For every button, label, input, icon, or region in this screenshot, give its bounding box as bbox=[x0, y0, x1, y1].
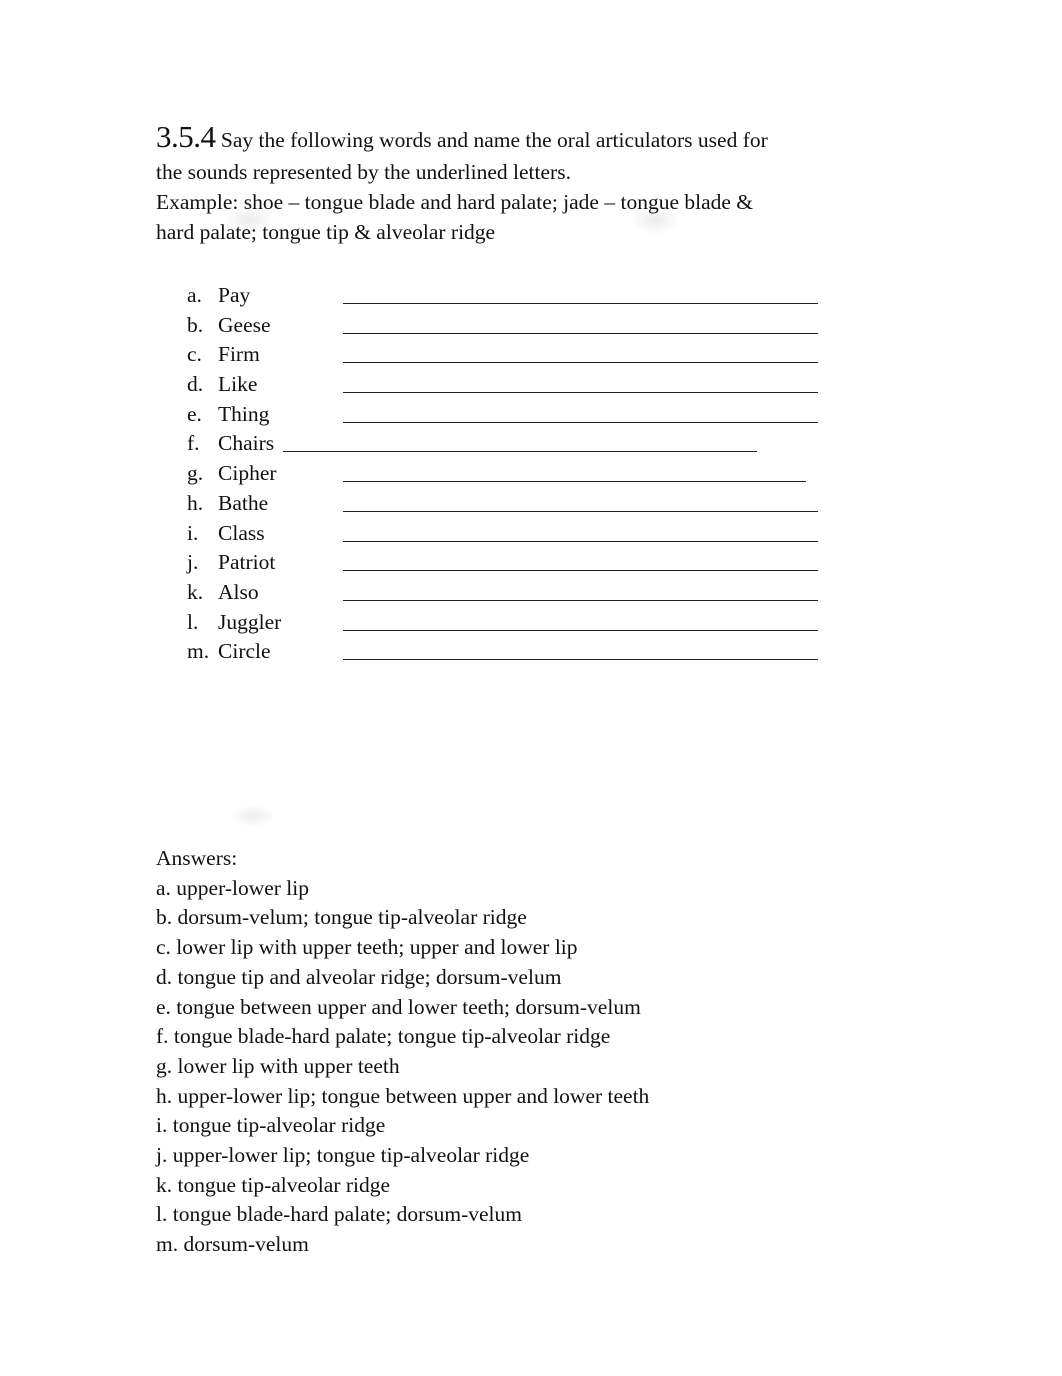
item-word: Like bbox=[218, 372, 258, 397]
answer-blank[interactable] bbox=[343, 519, 818, 542]
item-letter: c. bbox=[187, 342, 202, 367]
answer-line: k. tongue tip-alveolar ridge bbox=[156, 1172, 391, 1197]
item-letter: d. bbox=[187, 372, 204, 397]
item-letter: b. bbox=[187, 312, 204, 337]
item-letter: i. bbox=[187, 520, 199, 545]
answer-line: f. tongue blade-hard palate; tongue tip-… bbox=[156, 1024, 611, 1049]
instruction-line-1: Say the following words and name the ora… bbox=[220, 128, 768, 152]
item-letter: l. bbox=[187, 609, 199, 634]
answer-line: h. upper-lower lip; tongue between upper… bbox=[156, 1083, 650, 1108]
exercise-heading: 3.5.4 Say the following words and name t… bbox=[156, 119, 856, 247]
answer-blank[interactable] bbox=[343, 281, 818, 304]
answers-section: Answers: a. upper-lower lip b. dorsum-ve… bbox=[156, 844, 649, 1260]
item-word: Cipher bbox=[218, 461, 277, 486]
answer-blank[interactable] bbox=[343, 548, 818, 572]
document-page: 3.5.4 Say the following words and name t… bbox=[0, 0, 1062, 1376]
answer-blank[interactable] bbox=[283, 429, 757, 453]
answer-line: i. tongue tip-alveolar ridge bbox=[156, 1113, 386, 1138]
item-word: Also bbox=[218, 579, 259, 604]
answer-line: a. upper-lower lip bbox=[156, 875, 309, 900]
answer-line: b. dorsum-velum; tongue tip-alveolar rid… bbox=[156, 905, 527, 930]
answer-blank[interactable] bbox=[343, 311, 818, 334]
item-letter: f. bbox=[187, 431, 200, 456]
item-letter: k. bbox=[187, 579, 204, 604]
item-word: Patriot bbox=[218, 550, 276, 575]
answers-title: Answers: bbox=[156, 846, 238, 870]
exercise-number: 3.5.4 bbox=[156, 119, 216, 154]
item-letter: e. bbox=[187, 401, 202, 426]
answer-line: d. tongue tip and alveolar ridge; dorsum… bbox=[156, 964, 562, 989]
scan-smudge bbox=[230, 805, 275, 827]
item-letter: j. bbox=[187, 550, 199, 575]
item-word: Bathe bbox=[218, 490, 269, 515]
item-word: Pay bbox=[218, 283, 251, 307]
answer-blank[interactable] bbox=[343, 608, 818, 631]
item-word: Circle bbox=[218, 639, 271, 664]
item-letter: g. bbox=[187, 461, 204, 486]
item-word: Firm bbox=[218, 342, 260, 367]
answer-line: c. lower lip with upper teeth; upper and… bbox=[156, 935, 578, 960]
answer-line: j. upper-lower lip; tongue tip-alveolar … bbox=[156, 1143, 530, 1168]
item-word: Thing bbox=[218, 401, 270, 426]
item-letter: m. bbox=[187, 639, 210, 664]
example-line-1: Example: shoe – tongue blade and hard pa… bbox=[156, 190, 754, 214]
answer-blank[interactable] bbox=[343, 370, 818, 394]
item-word: Juggler bbox=[218, 609, 282, 634]
item-word: Geese bbox=[218, 312, 271, 337]
example-line-2: hard palate; tongue tip & alveolar ridge bbox=[156, 220, 496, 244]
answer-blank[interactable] bbox=[343, 489, 818, 512]
item-word: Class bbox=[218, 520, 265, 545]
answer-line: l. tongue blade-hard palate; dorsum-velu… bbox=[156, 1202, 522, 1227]
item-letter: h. bbox=[187, 490, 204, 515]
answer-blank[interactable] bbox=[343, 400, 818, 423]
answer-line: g. lower lip with upper teeth bbox=[156, 1053, 400, 1078]
answer-line: e. tongue between upper and lower teeth;… bbox=[156, 994, 641, 1019]
answer-blank[interactable] bbox=[343, 637, 818, 661]
item-word: Chairs bbox=[218, 431, 275, 456]
answer-blank[interactable] bbox=[343, 578, 818, 601]
item-letter: a. bbox=[187, 283, 202, 307]
answer-blank[interactable] bbox=[343, 340, 818, 364]
answer-blank[interactable] bbox=[343, 459, 806, 483]
answer-line: m. dorsum-velum bbox=[156, 1232, 309, 1257]
instruction-line-2: the sounds represented by the underlined… bbox=[156, 160, 571, 184]
